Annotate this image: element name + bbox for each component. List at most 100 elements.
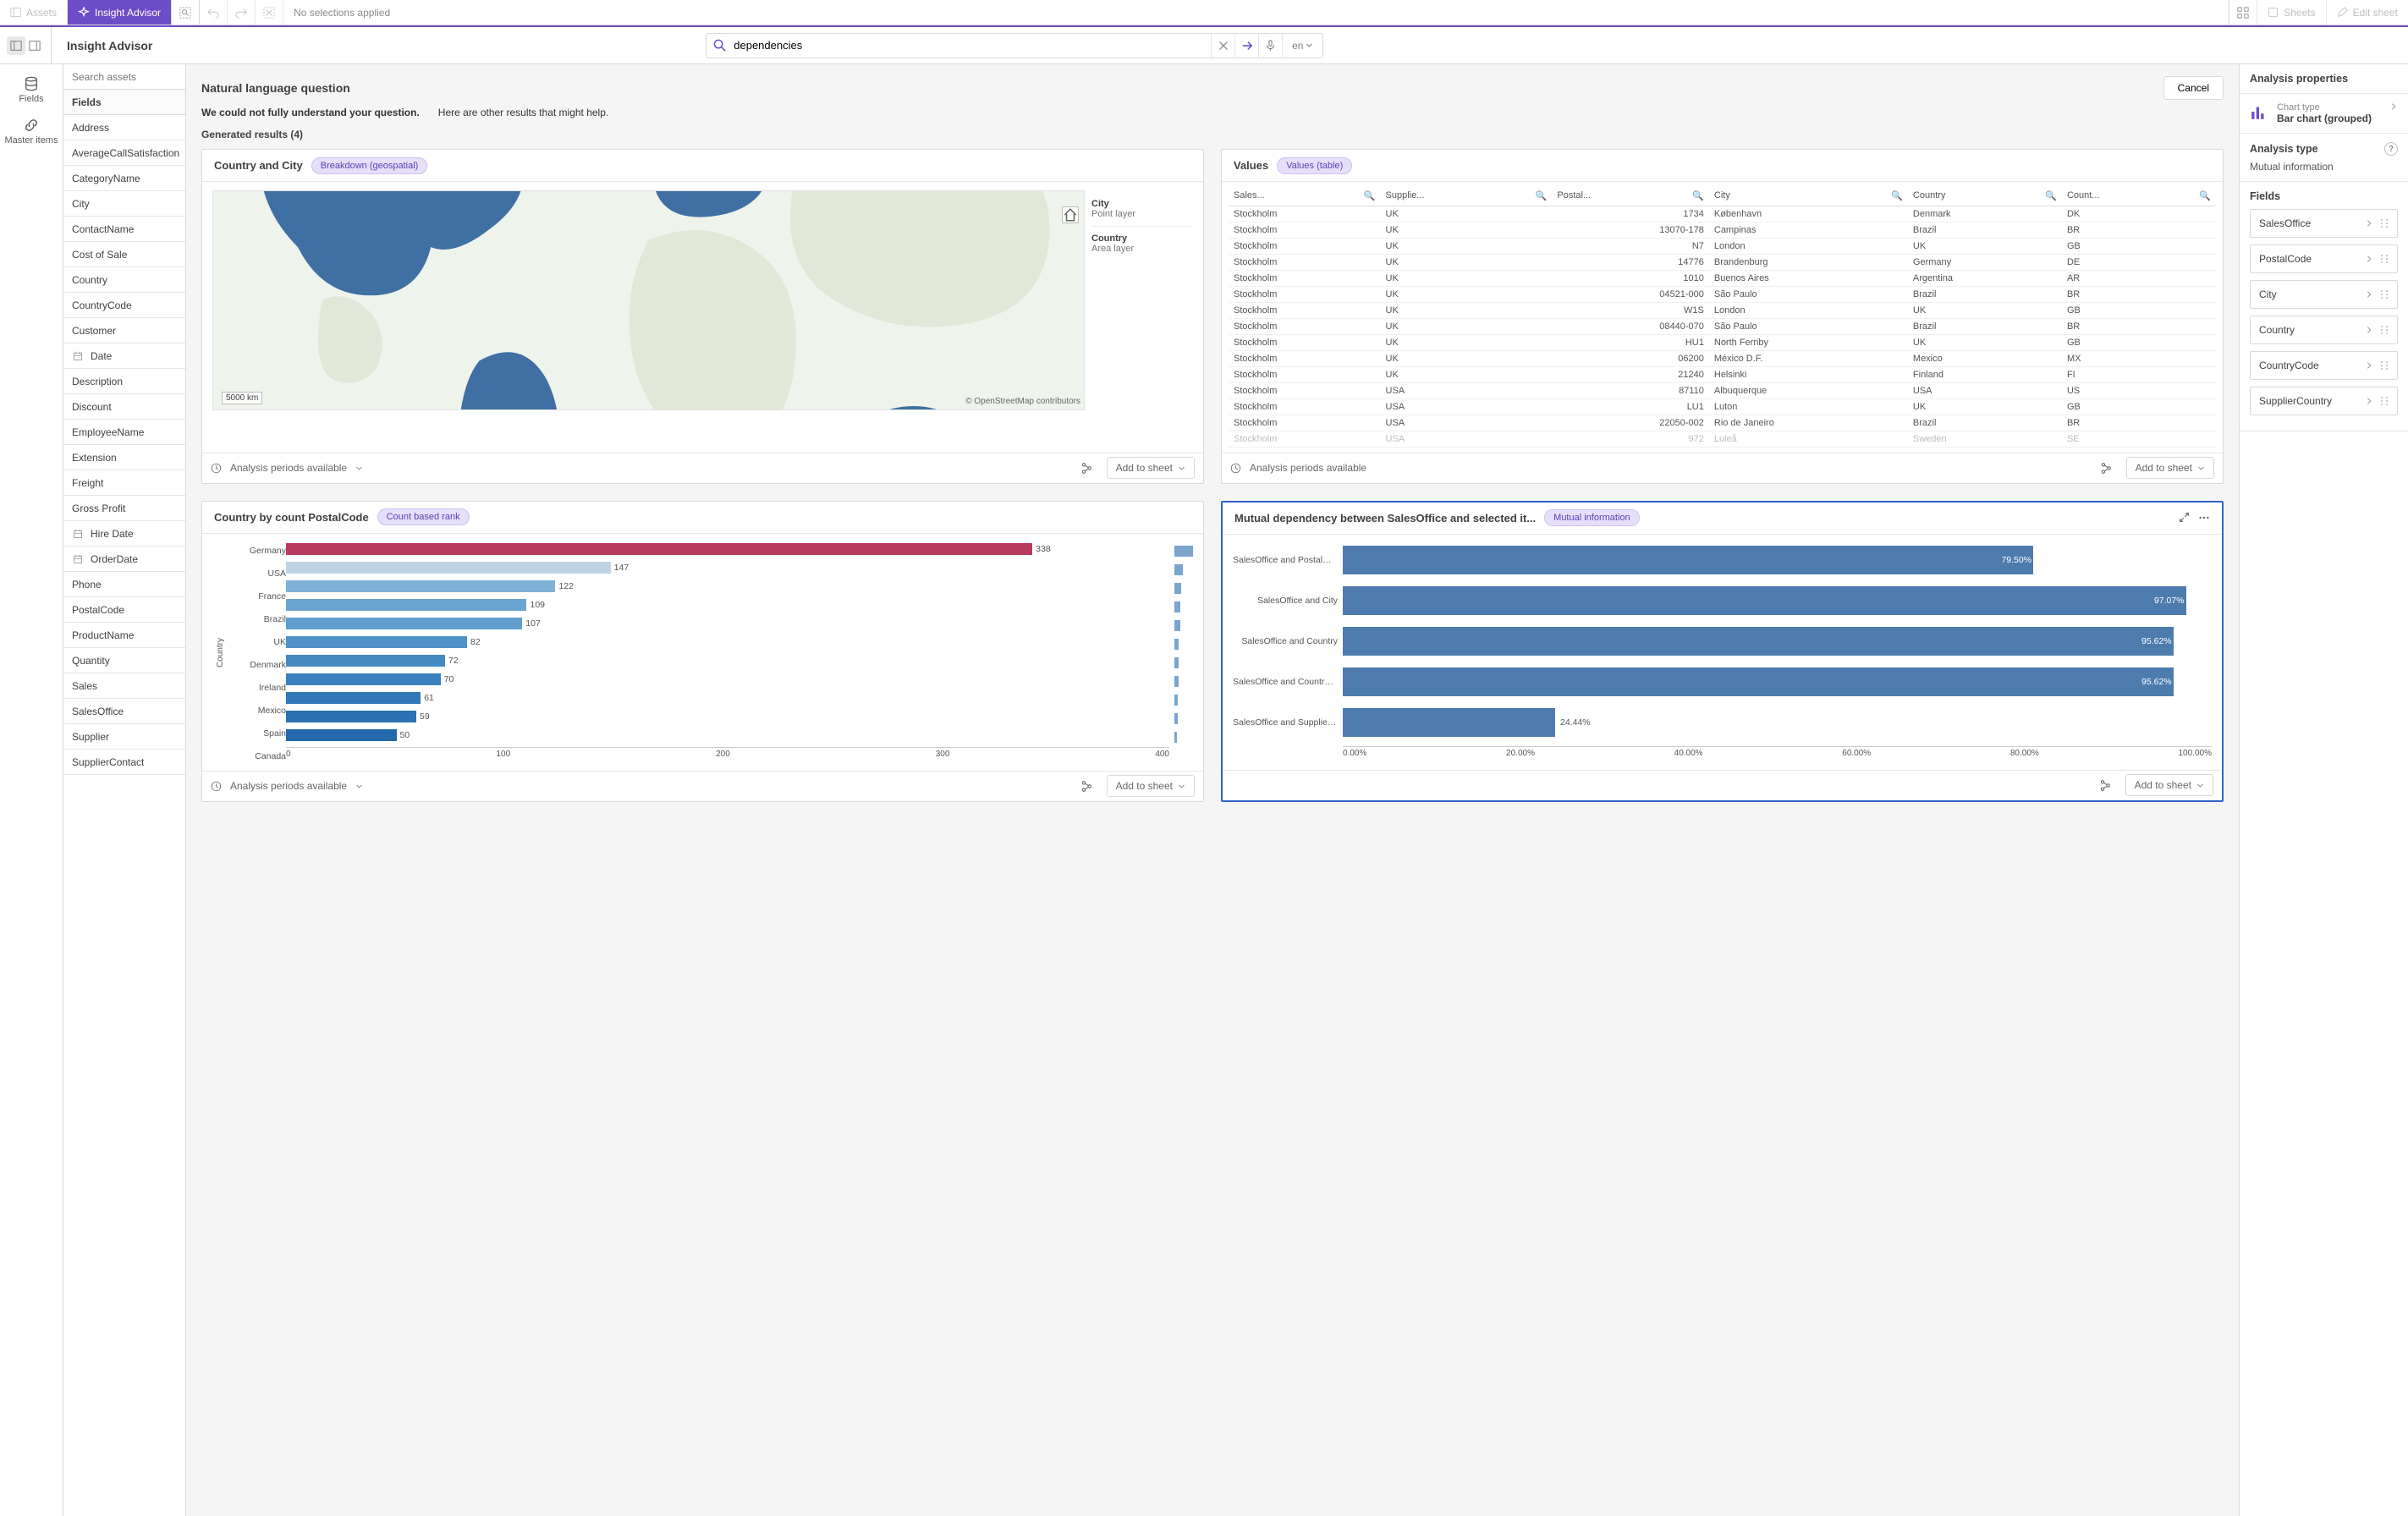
field-row[interactable]: Phone [63, 572, 185, 597]
assets-button[interactable]: Assets [0, 0, 68, 25]
nlq-input[interactable] [732, 38, 1211, 52]
table-row[interactable]: StockholmUK21240HelsinkiFinlandFI [1229, 366, 2216, 382]
table-row[interactable]: StockholmUKW1SLondonUKGB [1229, 302, 2216, 318]
table-row[interactable]: StockholmUK1734KøbenhavnDenmarkDK [1229, 206, 2216, 222]
table-row[interactable]: StockholmUSA22050-002Rio de JaneiroBrazi… [1229, 415, 2216, 431]
table-header[interactable]: Sales...🔍 [1229, 187, 1381, 206]
table-header[interactable]: Supplie...🔍 [1381, 187, 1553, 206]
search-icon[interactable]: 🔍 [2045, 190, 2057, 201]
fullscreen-icon[interactable] [2179, 512, 2190, 524]
add-to-sheet-button[interactable]: Add to sheet [1107, 775, 1195, 797]
field-row[interactable]: Extension [63, 445, 185, 470]
values-table[interactable]: Sales...🔍Supplie...🔍Postal...🔍City🔍Count… [1229, 187, 2216, 448]
search-icon[interactable]: 🔍 [1536, 190, 1548, 201]
field-row[interactable]: ProductName [63, 623, 185, 648]
table-row[interactable]: StockholmUSALU1LutonUKGB [1229, 398, 2216, 415]
field-row[interactable]: ContactName [63, 217, 185, 242]
field-row[interactable]: Description [63, 369, 185, 394]
search-icon[interactable]: 🔍 [1692, 190, 1704, 201]
rail-fields[interactable]: Fields [0, 69, 63, 111]
field-row[interactable]: AverageCallSatisfaction [63, 140, 185, 166]
copy-chart-button[interactable] [1075, 457, 1098, 479]
clear-selections-button[interactable] [256, 0, 283, 25]
property-field-row[interactable]: SupplierCountry [2250, 387, 2398, 415]
cancel-button[interactable]: Cancel [2163, 76, 2224, 100]
step-back-button[interactable] [200, 0, 228, 25]
clear-query-button[interactable] [1211, 34, 1234, 58]
copy-chart-button[interactable] [2093, 774, 2117, 796]
bookmarks-button[interactable] [2229, 0, 2257, 25]
field-row[interactable]: Freight [63, 470, 185, 496]
more-icon[interactable] [2198, 512, 2210, 524]
add-to-sheet-button[interactable]: Add to sheet [2126, 457, 2214, 479]
drag-handle-icon[interactable] [2380, 289, 2389, 299]
field-row[interactable]: Address [63, 115, 185, 140]
field-row[interactable]: Date [63, 343, 185, 369]
field-row[interactable]: Customer [63, 318, 185, 343]
table-row[interactable]: StockholmUK08440-070São PauloBrazilBR [1229, 318, 2216, 334]
sheets-button[interactable]: Sheets [2257, 0, 2325, 25]
table-row[interactable]: StockholmUSA87110AlbuquerqueUSAUS [1229, 382, 2216, 398]
property-field-row[interactable]: City [2250, 280, 2398, 309]
search-icon[interactable]: 🔍 [1891, 190, 1903, 201]
search-assets-input[interactable] [63, 64, 185, 90]
field-row[interactable]: SupplierContact [63, 750, 185, 775]
toggle-left-panel[interactable] [7, 36, 25, 55]
field-row[interactable]: EmployeeName [63, 420, 185, 445]
field-row[interactable]: Cost of Sale [63, 242, 185, 267]
language-selector[interactable]: en [1282, 34, 1322, 58]
fields-list[interactable]: AddressAverageCallSatisfactionCategoryNa… [63, 115, 185, 1516]
field-row[interactable]: Sales [63, 673, 185, 699]
drag-handle-icon[interactable] [2380, 218, 2389, 228]
table-row[interactable]: StockholmUK04521-000São PauloBrazilBR [1229, 286, 2216, 302]
drag-handle-icon[interactable] [2380, 254, 2389, 264]
rail-master-items[interactable]: Master items [0, 111, 63, 152]
country-count-chart[interactable]: CountryGermanyUSAFranceBrazilUKDenmarkIr… [212, 542, 1193, 762]
world-map[interactable]: 5000 km © OpenStreetMap contributors [212, 190, 1085, 410]
toggle-right-panel[interactable] [25, 36, 44, 55]
table-header[interactable]: Country🔍 [1908, 187, 2062, 206]
field-row[interactable]: PostalCode [63, 597, 185, 623]
smart-search-button[interactable] [172, 0, 200, 25]
field-row[interactable]: CategoryName [63, 166, 185, 191]
property-field-row[interactable]: Country [2250, 316, 2398, 344]
chevron-down-icon[interactable] [355, 464, 363, 472]
edit-sheet-button[interactable]: Edit sheet [2326, 0, 2408, 25]
table-row[interactable]: StockholmUKHU1North FerribyUKGB [1229, 334, 2216, 350]
map-home-button[interactable] [1062, 206, 1079, 223]
field-row[interactable]: Supplier [63, 724, 185, 750]
drag-handle-icon[interactable] [2380, 325, 2389, 335]
table-header[interactable]: Count...🔍 [2062, 187, 2216, 206]
submit-query-button[interactable] [1234, 34, 1258, 58]
voice-input-button[interactable] [1258, 34, 1282, 58]
search-icon[interactable]: 🔍 [1364, 190, 1376, 201]
step-forward-button[interactable] [228, 0, 256, 25]
field-row[interactable]: Quantity [63, 648, 185, 673]
field-row[interactable]: CountryCode [63, 293, 185, 318]
table-header[interactable]: Postal...🔍 [1552, 187, 1708, 206]
mutual-info-chart[interactable]: SalesOffice and PostalCode79.50%SalesOff… [1233, 543, 2212, 758]
chart-type-row[interactable]: Chart type Bar chart (grouped) [2240, 94, 2408, 134]
table-row[interactable]: StockholmUK06200México D.F.MexicoMX [1229, 350, 2216, 366]
field-row[interactable]: Gross Profit [63, 496, 185, 521]
property-field-row[interactable]: SalesOffice [2250, 209, 2398, 238]
table-row[interactable]: StockholmUSA972LuleåSwedenSE [1229, 431, 2216, 447]
table-header[interactable]: City🔍 [1709, 187, 1908, 206]
drag-handle-icon[interactable] [2380, 360, 2389, 371]
field-row[interactable]: Country [63, 267, 185, 293]
add-to-sheet-button[interactable]: Add to sheet [1107, 457, 1195, 479]
field-row[interactable]: City [63, 191, 185, 217]
field-row[interactable]: Discount [63, 394, 185, 420]
drag-handle-icon[interactable] [2380, 396, 2389, 406]
property-field-row[interactable]: CountryCode [2250, 351, 2398, 380]
copy-chart-button[interactable] [2094, 457, 2118, 479]
field-row[interactable]: Hire Date [63, 521, 185, 547]
table-row[interactable]: StockholmUK14776BrandenburgGermanyDE [1229, 254, 2216, 270]
search-icon[interactable]: 🔍 [2199, 190, 2211, 201]
help-icon[interactable]: ? [2384, 142, 2398, 156]
field-row[interactable]: SalesOffice [63, 699, 185, 724]
property-field-row[interactable]: PostalCode [2250, 244, 2398, 273]
table-row[interactable]: StockholmUK13070-178CampinasBrazilBR [1229, 222, 2216, 238]
insight-advisor-button[interactable]: Insight Advisor [68, 0, 172, 25]
table-row[interactable]: StockholmUK1010Buenos AiresArgentinaAR [1229, 270, 2216, 286]
